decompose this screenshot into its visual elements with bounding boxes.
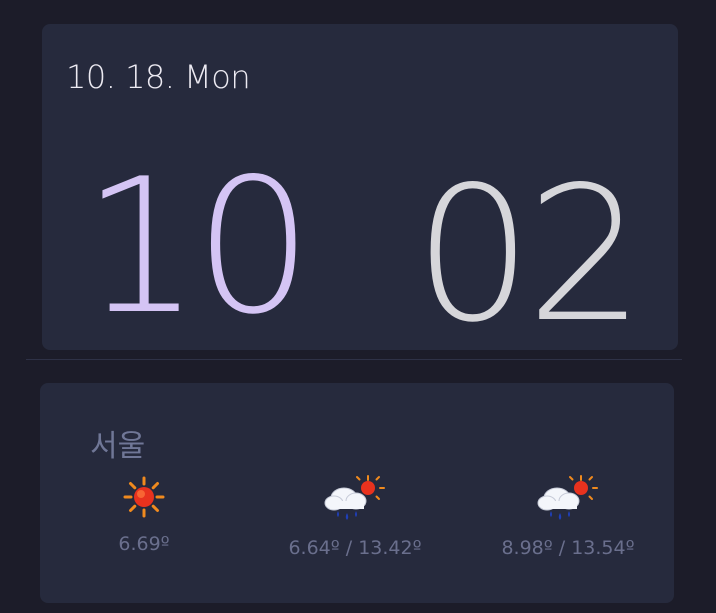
city-label: 서울 — [90, 429, 146, 464]
weather-card: 서울 6.69º 6.64º / 13.42º 8.98º / 13.54º — [40, 383, 674, 603]
clock-hours: 10 — [82, 138, 313, 355]
forecast-temp: 6.64º / 13.42º — [288, 537, 422, 559]
forecast-temp: 6.69º — [118, 533, 170, 555]
forecast-item: 6.64º / 13.42º — [255, 475, 455, 559]
forecast-item: 6.69º — [44, 475, 244, 555]
forecast-temp: 8.98º / 13.54º — [501, 537, 635, 559]
rain-cloud-sun-icon — [537, 475, 598, 520]
forecast-item: 8.98º / 13.54º — [468, 475, 668, 559]
sun-icon — [123, 476, 165, 518]
divider — [26, 359, 682, 360]
rain-cloud-sun-icon — [324, 475, 385, 520]
date-label: 10. 18. Mon — [66, 58, 251, 96]
clock-minutes: 02 — [414, 146, 645, 363]
clock-card: 10. 18. Mon 10 02 — [42, 24, 678, 350]
